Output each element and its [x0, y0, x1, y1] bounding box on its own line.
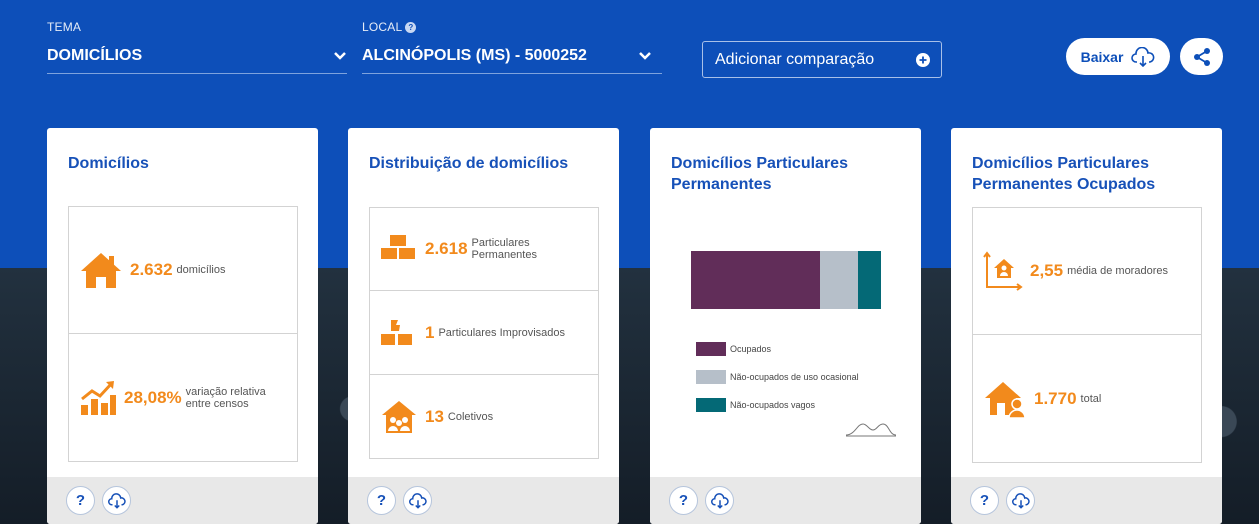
- cloud-download-icon: [1011, 492, 1030, 509]
- tema-value: DOMICÍLIOS: [47, 46, 143, 64]
- stacked-bar: [691, 251, 881, 309]
- card-title: Domicílios: [68, 155, 149, 172]
- local-value: ALCINÓPOLIS (MS) - 5000252: [362, 46, 587, 64]
- stat-value: 2,55: [1030, 261, 1064, 280]
- legend-swatch: [696, 342, 726, 356]
- cloud-download-icon: [408, 492, 427, 509]
- distribution-curve-icon: [845, 423, 897, 437]
- bar-segment[interactable]: [858, 251, 881, 309]
- card-domicilios: Domicílios 2.632 domicílios 28,08% varia…: [47, 128, 318, 524]
- stat-label: domicílios: [176, 264, 226, 276]
- stat-value: 2.632: [130, 260, 173, 279]
- card-distribuicao: Distribuição de domicílios 2.618 Particu…: [348, 128, 619, 524]
- plus-icon: [916, 52, 930, 67]
- card-particulares-ocupados: Domicílios Particulares Permanentes Ocup…: [951, 128, 1222, 524]
- broken-bricks-icon: [381, 319, 412, 345]
- growth-chart-icon: [81, 380, 116, 415]
- stat-box: 2,55 média de moradores: [972, 207, 1202, 335]
- stat-label: Coletivos: [447, 410, 494, 423]
- card-download-button[interactable]: [102, 486, 131, 515]
- stat-label: total: [1080, 392, 1102, 405]
- cloud-download-icon: [710, 492, 729, 509]
- legend-swatch: [696, 370, 726, 384]
- stat-box: 28,08% variação relativa entre censos: [68, 334, 298, 462]
- person-axis-icon: [983, 251, 1023, 291]
- share-icon: [1193, 47, 1210, 66]
- card-download-button[interactable]: [1006, 486, 1035, 515]
- stat-box: 13 Coletivos: [369, 375, 599, 459]
- help-button[interactable]: ?: [970, 486, 999, 515]
- bricks-icon: [381, 235, 415, 259]
- card-title: Distribuição de domicílios: [369, 155, 569, 172]
- stat-label: Particulares Permanentes: [471, 237, 537, 261]
- help-button[interactable]: ?: [367, 486, 396, 515]
- tema-label: TEMA: [47, 20, 82, 34]
- legend-swatch: [696, 398, 726, 412]
- local-label-wrap: LOCAL?: [362, 20, 417, 34]
- legend-item: Ocupados: [696, 342, 771, 356]
- card-title: Domicílios Particulares Permanentes: [671, 155, 848, 193]
- house-icon: [81, 253, 121, 288]
- card-footer: ?: [650, 477, 921, 524]
- stat-value: 1.770: [1034, 388, 1077, 408]
- stat-label: variação relativa entre censos: [185, 385, 266, 410]
- stat-value: 28,08%: [124, 387, 182, 407]
- card-particulares-permanentes: Domicílios Particulares Permanentes Ocup…: [650, 128, 921, 524]
- stat-value: 2.618: [425, 239, 468, 258]
- legend-label: Não-ocupados vagos: [730, 400, 816, 410]
- stat-box: 1.770 total: [972, 335, 1202, 463]
- house-person-icon: [985, 381, 1026, 419]
- local-label: LOCAL: [362, 20, 403, 34]
- card-footer: ?: [951, 477, 1222, 524]
- card-title: Domicílios Particulares Permanentes Ocup…: [972, 155, 1156, 193]
- local-select[interactable]: ALCINÓPOLIS (MS) - 5000252: [362, 38, 662, 74]
- stat-box: 2.632 domicílios: [68, 206, 298, 334]
- cloud-download-icon: [1131, 46, 1155, 67]
- stat-label: Particulares Improvisados: [438, 326, 566, 339]
- bar-segment[interactable]: [820, 251, 859, 309]
- stat-box: 1 Particulares Improvisados: [369, 291, 599, 375]
- bar-segment[interactable]: [691, 251, 821, 309]
- cloud-download-icon: [107, 492, 126, 509]
- legend-item: Não-ocupados de uso ocasional: [696, 370, 859, 384]
- stat-value: 13: [425, 406, 444, 426]
- add-comparison-button[interactable]: Adicionar comparação: [702, 41, 942, 78]
- legend-label: Não-ocupados de uso ocasional: [730, 372, 859, 382]
- chevron-down-icon: [639, 51, 651, 60]
- help-icon[interactable]: ?: [405, 22, 417, 33]
- help-button[interactable]: ?: [66, 486, 95, 515]
- legend-item: Não-ocupados vagos: [696, 398, 815, 412]
- tema-select[interactable]: DOMICÍLIOS: [47, 38, 347, 74]
- group-house-icon: [382, 400, 416, 433]
- card-download-button[interactable]: [403, 486, 432, 515]
- card-download-button[interactable]: [705, 486, 734, 515]
- chevron-down-icon: [334, 51, 346, 60]
- stat-label: média de moradores: [1067, 265, 1168, 277]
- stat-box: 2.618 Particulares Permanentes: [369, 207, 599, 291]
- stat-value: 1: [425, 322, 435, 342]
- card-footer: ?: [47, 477, 318, 524]
- download-button[interactable]: Baixar: [1066, 38, 1170, 75]
- add-comparison-label: Adicionar comparação: [715, 50, 875, 68]
- download-label: Baixar: [1080, 48, 1124, 65]
- help-button[interactable]: ?: [669, 486, 698, 515]
- card-footer: ?: [348, 477, 619, 524]
- legend-label: Ocupados: [730, 344, 772, 354]
- share-button[interactable]: [1180, 38, 1223, 75]
